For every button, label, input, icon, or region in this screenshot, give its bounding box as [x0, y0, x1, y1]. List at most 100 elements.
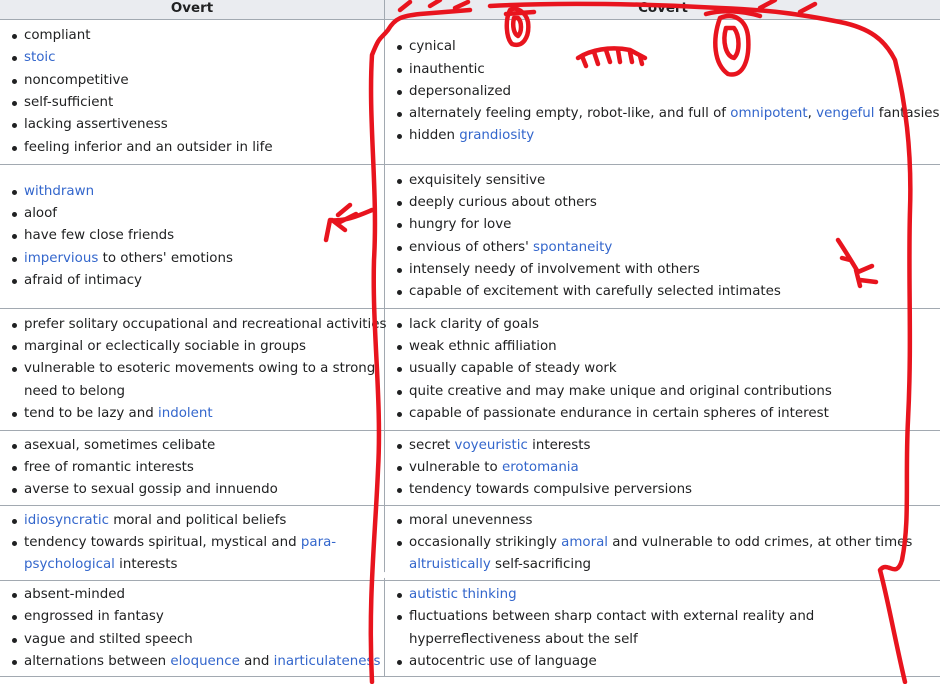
covert-list: lack clarity of goals weak ethnic affilia…: [385, 314, 940, 425]
table-row: compliant stoic noncompetitive self-suffici…: [0, 19, 940, 165]
overt-list: idiosyncratic moral and political belief…: [0, 510, 384, 577]
item-text: cynical: [409, 39, 456, 55]
item-text: deeply curious about others: [409, 194, 597, 210]
list-item: marginal or eclectically sociable in gro…: [10, 336, 384, 358]
item-text: vulnerable to esoteric movements owing t…: [24, 361, 376, 399]
wiki-link[interactable]: erotomania: [502, 460, 579, 475]
overt-cell: idiosyncratic moral and political belief…: [0, 505, 385, 581]
item-text: capable of excitement with carefully sel…: [409, 284, 781, 300]
item-text: lack clarity of goals: [409, 316, 540, 332]
overt-list: prefer solitary occupational and recreat…: [0, 314, 387, 425]
item-text: moral and political beliefs: [108, 512, 287, 528]
list-item: capable of passionate endurance in certa…: [395, 403, 940, 425]
item-text: lacking assertiveness: [24, 117, 168, 133]
list-item: vague and stilted speech: [10, 629, 384, 651]
item-text: exquisitely sensitive: [409, 172, 546, 188]
covert-list: moral unevenness occasionally strikingly …: [385, 510, 940, 577]
item-text: depersonalized: [409, 83, 512, 99]
list-item: quite creative and may make unique and o…: [395, 381, 940, 403]
item-text: intensely needy of involvement with othe…: [409, 261, 700, 277]
item-text: free of romantic interests: [24, 459, 194, 475]
list-item: averse to sexual gossip and innuendo: [10, 479, 384, 501]
list-item: hidden grandiosity: [395, 125, 940, 147]
overt-cell: compliant stoic noncompetitive self-suffici…: [0, 19, 385, 165]
overt-cell: absent-minded engrossed in fantasy vague a…: [0, 580, 385, 677]
covert-list: exquisitely sensitive deeply curious abou…: [385, 170, 940, 304]
item-text: absent-minded: [24, 586, 125, 602]
wiki-link[interactable]: omnipotent: [730, 106, 807, 121]
list-item: tend to be lazy and indolent: [10, 403, 384, 425]
list-item: inauthentic: [395, 59, 940, 81]
comparison-table: Overt Covert compliant stoic noncompetitiv…: [0, 0, 940, 677]
wiki-link[interactable]: withdrawn: [24, 184, 94, 199]
item-text: interests: [114, 557, 178, 573]
wiki-link[interactable]: indolent: [158, 406, 213, 421]
item-text: weak ethnic affiliation: [409, 339, 557, 355]
list-item: tendency towards compulsive perversions: [395, 479, 940, 501]
item-text: feeling inferior and an outsider in life: [24, 139, 273, 155]
item-text: averse to sexual gossip and innuendo: [24, 482, 278, 498]
list-item: afraid of intimacy: [10, 270, 384, 292]
list-item: autistic thinking: [395, 584, 940, 606]
wiki-link[interactable]: eloquence: [170, 654, 239, 669]
wiki-link[interactable]: voyeuristic: [455, 438, 528, 453]
table-row: absent-minded engrossed in fantasy vague a…: [0, 580, 940, 677]
item-text: marginal or eclectically sociable in gro…: [24, 339, 306, 355]
item-text: noncompetitive: [24, 72, 129, 88]
wiki-link[interactable]: altruistically: [409, 557, 491, 572]
item-text: interests: [527, 437, 591, 453]
list-item: stoic: [10, 47, 384, 69]
list-item: withdrawn: [10, 181, 384, 203]
wiki-link[interactable]: spontaneity: [533, 240, 612, 255]
item-text: fluctuations between sharp contact with …: [409, 609, 815, 647]
list-item: self-sufficient: [10, 92, 384, 114]
item-text: engrossed in fantasy: [24, 609, 164, 625]
covert-list: cynical inauthentic depersonalized alternat…: [385, 36, 940, 147]
list-item: engrossed in fantasy: [10, 606, 384, 628]
item-text: fantasies: [874, 106, 940, 122]
list-item: idiosyncratic moral and political belief…: [10, 510, 384, 532]
overt-list: withdrawn aloof have few close friends impe…: [0, 181, 384, 292]
list-item: envious of others' spontaneity: [395, 237, 940, 259]
overt-header: Overt: [0, 0, 385, 20]
covert-cell: exquisitely sensitive deeply curious abou…: [384, 164, 940, 309]
wiki-link[interactable]: impervious: [24, 251, 98, 266]
list-item: noncompetitive: [10, 70, 384, 92]
item-text: self-sacrificing: [490, 557, 592, 573]
header-row: Overt Covert: [0, 0, 940, 20]
item-text: inauthentic: [409, 61, 485, 77]
list-item: depersonalized: [395, 81, 940, 103]
wiki-link[interactable]: vengeful: [816, 106, 874, 121]
overt-list: asexual, sometimes celibate free of roman…: [0, 435, 384, 502]
wiki-link[interactable]: autistic thinking: [409, 587, 517, 602]
list-item: alternations between eloquence and inart…: [10, 651, 384, 673]
item-text: usually capable of steady work: [409, 361, 617, 377]
item-text: prefer solitary occupational and recreat…: [24, 316, 387, 332]
wiki-link[interactable]: amoral: [561, 535, 608, 550]
wiki-link[interactable]: grandiosity: [459, 128, 534, 143]
list-item: vulnerable to erotomania: [395, 457, 940, 479]
wiki-link[interactable]: stoic: [24, 50, 56, 65]
list-item: hungry for love: [395, 214, 940, 236]
list-item: absent-minded: [10, 584, 384, 606]
covert-cell: secret voyeuristic interests vulnerable t…: [384, 430, 940, 506]
item-text: moral unevenness: [409, 512, 533, 528]
overt-list: compliant stoic noncompetitive self-suffici…: [0, 25, 384, 159]
list-item: cynical: [395, 36, 940, 58]
item-text: tendency towards spiritual, mystical and: [24, 534, 301, 550]
item-text: asexual, sometimes celibate: [24, 437, 216, 453]
item-text: have few close friends: [24, 228, 175, 244]
overt-cell: withdrawn aloof have few close friends impe…: [0, 164, 385, 309]
list-item: occasionally strikingly amoral and vulne…: [395, 532, 940, 577]
list-item: lack clarity of goals: [395, 314, 940, 336]
item-text: tendency towards compulsive perversions: [409, 482, 693, 498]
list-item: asexual, sometimes celibate: [10, 435, 384, 457]
list-item: aloof: [10, 203, 384, 225]
item-text: compliant: [24, 28, 91, 44]
item-text: capable of passionate endurance in certa…: [409, 405, 829, 421]
wiki-link[interactable]: idiosyncratic: [24, 513, 109, 528]
list-item: usually capable of steady work: [395, 358, 940, 380]
list-item: alternately feeling empty, robot-like, a…: [395, 103, 940, 125]
list-item: lacking assertiveness: [10, 114, 384, 136]
wiki-link[interactable]: inarticulateness: [274, 654, 381, 669]
